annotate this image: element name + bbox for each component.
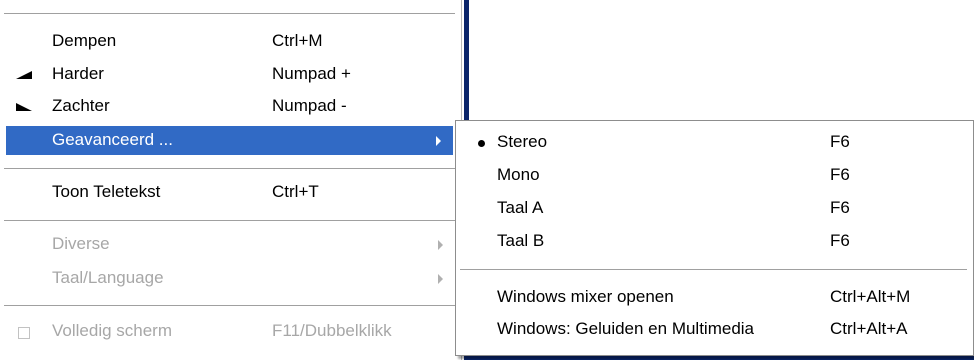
menu-item-label: Geavanceerd ... (52, 130, 173, 149)
submenu-arrow-icon (436, 136, 441, 146)
menu-item-label: Dempen (52, 31, 117, 50)
menu-item-shortcut: Numpad + (272, 64, 351, 83)
submenu-item-mono[interactable]: Mono F6 (460, 159, 967, 192)
menu-separator (4, 13, 455, 15)
menu-item-shortcut: Ctrl+M (272, 31, 323, 50)
context-menu: Dempen Ctrl+M Harder Numpad + Zachter Nu… (0, 0, 462, 360)
menu-item-label: Diverse (52, 234, 110, 253)
menu-item-shortcut: Numpad - (272, 96, 347, 115)
menu-item-taal-language[interactable]: Taal/Language (4, 264, 455, 293)
menu-separator (4, 168, 455, 170)
menu-item-shortcut: F11/Dubbelklikk (272, 321, 392, 340)
menu-item-harder[interactable]: Harder Numpad + (4, 60, 455, 89)
submenu-item-label: Taal B (497, 231, 545, 250)
menu-item-dempen[interactable]: Dempen Ctrl+M (4, 27, 455, 56)
menu-item-label: Taal/Language (52, 268, 164, 287)
menu-item-geavanceerd[interactable]: Geavanceerd ... (6, 126, 453, 155)
submenu-item-label: Taal A (497, 198, 544, 217)
submenu-geavanceerd: Stereo F6 Mono F6 Taal A F6 Taal B F6 Wi… (455, 120, 974, 356)
menu-item-volledig-scherm[interactable]: Volledig scherm F11/Dubbelklikk (4, 317, 455, 346)
menu-item-zachter[interactable]: Zachter Numpad - (4, 92, 455, 121)
submenu-item-shortcut: F6 (830, 132, 850, 151)
submenu-item-shortcut: F6 (830, 198, 850, 217)
submenu-item-label: Stereo (497, 132, 548, 151)
menu-item-label: Zachter (52, 96, 110, 115)
volume-down-icon (16, 103, 32, 111)
submenu-separator (460, 269, 967, 271)
submenu-item-windows-geluiden[interactable]: Windows: Geluiden en Multimedia Ctrl+Alt… (460, 313, 967, 346)
submenu-item-shortcut: F6 (830, 231, 850, 250)
menu-separator (4, 220, 455, 222)
menu-item-label: Toon Teletekst (52, 182, 161, 201)
submenu-item-label: Windows mixer openen (497, 287, 674, 306)
submenu-item-taal-b[interactable]: Taal B F6 (460, 225, 967, 258)
submenu-item-shortcut: Ctrl+Alt+M (830, 287, 911, 306)
submenu-item-windows-mixer[interactable]: Windows mixer openen Ctrl+Alt+M (460, 281, 967, 314)
menu-item-diverse[interactable]: Diverse (4, 230, 455, 259)
volume-up-icon (16, 71, 32, 79)
menu-item-toon-teletekst[interactable]: Toon Teletekst Ctrl+T (4, 178, 455, 207)
menu-item-shortcut: Ctrl+T (272, 182, 319, 201)
radio-dot-icon (478, 140, 485, 147)
menu-item-label: Volledig scherm (52, 321, 173, 340)
submenu-arrow-icon (438, 274, 443, 284)
menu-item-label: Harder (52, 64, 104, 83)
submenu-item-label: Mono (497, 165, 540, 184)
submenu-item-label: Windows: Geluiden en Multimedia (497, 319, 755, 338)
submenu-arrow-icon (438, 240, 443, 250)
submenu-item-stereo[interactable]: Stereo F6 (460, 126, 967, 159)
submenu-item-shortcut: F6 (830, 165, 850, 184)
checkbox-icon (18, 327, 30, 339)
submenu-item-taal-a[interactable]: Taal A F6 (460, 192, 967, 225)
submenu-item-shortcut: Ctrl+Alt+A (830, 319, 908, 338)
menu-separator (4, 305, 455, 307)
